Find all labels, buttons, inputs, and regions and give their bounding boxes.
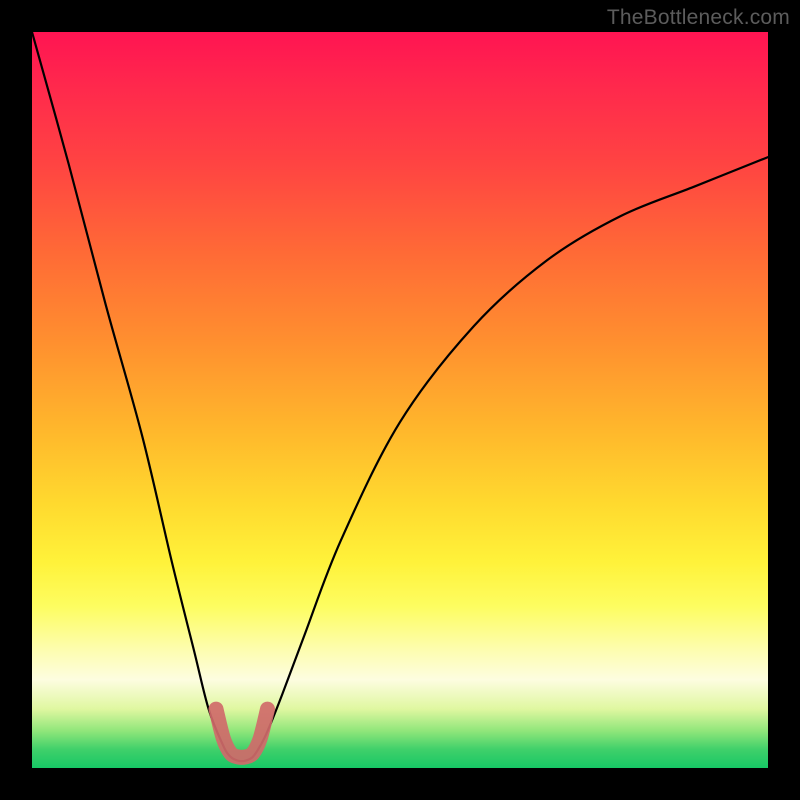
chart-frame: TheBottleneck.com [0,0,800,800]
curve-layer [32,32,768,768]
plot-area [32,32,768,768]
bottleneck-curve [32,32,768,761]
watermark-text: TheBottleneck.com [607,6,790,30]
optimum-marker [216,709,268,757]
